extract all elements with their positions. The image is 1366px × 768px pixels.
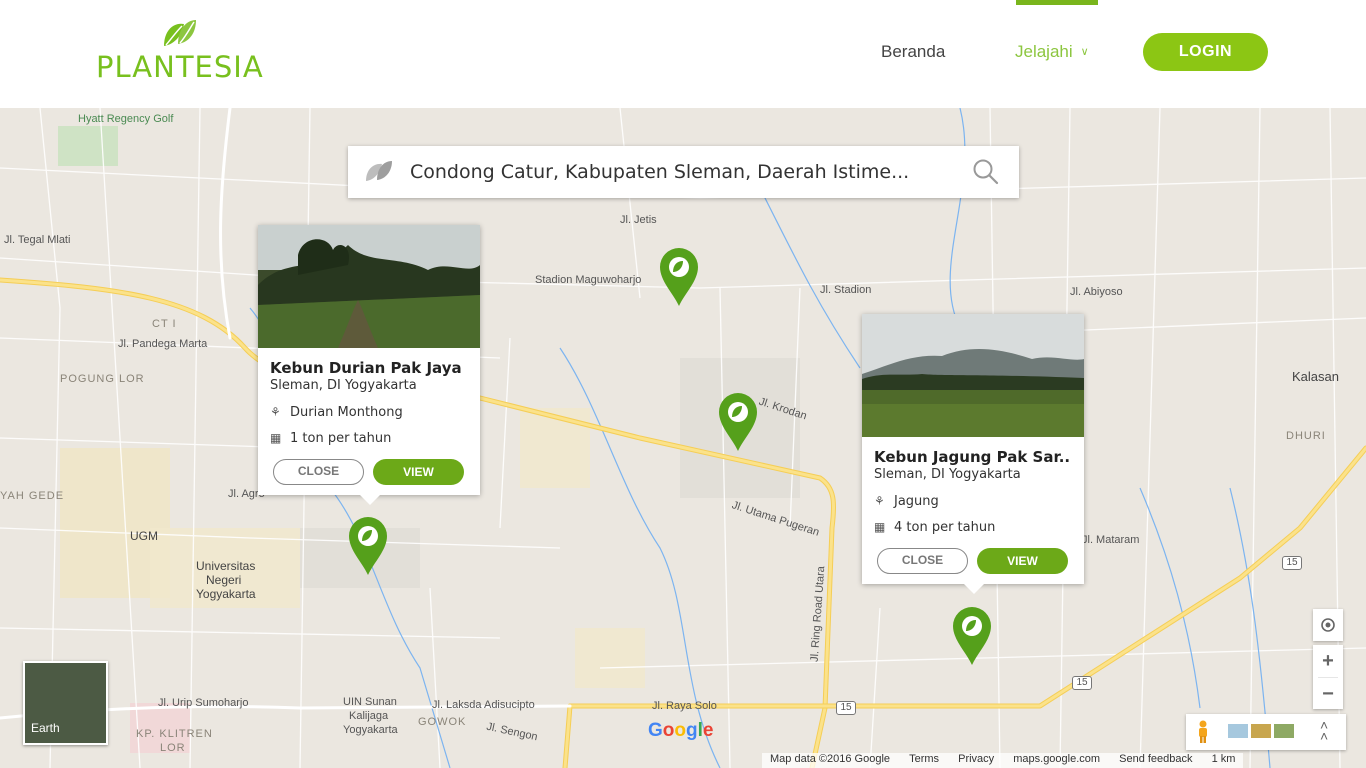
location-search-bar xyxy=(348,146,1019,198)
close-button[interactable]: CLOSE xyxy=(877,548,968,574)
sprout-icon: ⚘ xyxy=(874,494,885,508)
map-label-uny-1: Universitas xyxy=(196,559,256,573)
map-label-gowok: GOWOK xyxy=(418,716,467,728)
nav-active-indicator xyxy=(1016,0,1098,5)
farm-yield-text: 4 ton per tahun xyxy=(894,520,996,535)
view-button[interactable]: VIEW xyxy=(977,548,1068,574)
view-button[interactable]: VIEW xyxy=(373,459,464,485)
farm-card: Kebun Durian Pak Jaya Sleman, DI Yogyaka… xyxy=(258,225,480,505)
map-label-klitren-1: KP. KLITREN xyxy=(136,728,213,740)
privacy-link[interactable]: Privacy xyxy=(958,753,994,765)
farm-map-pin[interactable] xyxy=(718,392,758,452)
map-label-uin-1: UIN Sunan xyxy=(343,696,397,708)
map-label-klitren-2: LOR xyxy=(160,742,186,754)
farm-photo xyxy=(258,225,480,348)
farm-map-pin[interactable] xyxy=(952,606,992,666)
map-label-pogung: POGUNG LOR xyxy=(60,373,145,385)
nav-explore[interactable]: Jelajahi ∨ xyxy=(1015,42,1089,62)
map-label-uin-2: Kalijaga xyxy=(349,710,389,722)
map-label-kalasan: Kalasan xyxy=(1292,369,1339,384)
farm-plant: ⚘ Durian Monthong xyxy=(270,405,403,420)
sack-icon: ▦ xyxy=(874,520,886,534)
login-button[interactable]: LOGIN xyxy=(1143,33,1268,71)
map-label-jl-stadion: Jl. Stadion xyxy=(820,284,872,296)
farm-yield-text: 1 ton per tahun xyxy=(290,431,392,446)
farm-card: Kebun Jagung Pak Sar.. Sleman, DI Yogyak… xyxy=(862,314,1084,594)
sprout-icon: ⚘ xyxy=(270,405,281,419)
route-15-shield: 15 xyxy=(836,701,856,715)
map-label-pandega: Jl. Pandega Marta xyxy=(118,338,208,350)
farm-location: Sleman, DI Yogyakarta xyxy=(270,378,417,393)
map-label-jetis: Jl. Jetis xyxy=(620,214,657,226)
farm-title: Kebun Jagung Pak Sar.. xyxy=(874,448,1071,466)
farm-plant: ⚘ Jagung xyxy=(874,494,939,509)
close-button[interactable]: CLOSE xyxy=(273,459,364,485)
maps-link[interactable]: maps.google.com xyxy=(1013,753,1100,765)
search-icon[interactable] xyxy=(972,158,1000,186)
farm-plant-text: Jagung xyxy=(894,494,939,509)
card-pointer xyxy=(360,495,380,505)
brand-logo[interactable]: PLANTESIA xyxy=(96,18,266,84)
map-label-laksda: Jl. Laksda Adisucipto xyxy=(432,699,535,711)
map-data-credit: Map data ©2016 Google xyxy=(770,753,891,765)
map-label-ugm: UGM xyxy=(130,529,158,543)
farm-map-pin[interactable] xyxy=(659,247,699,307)
layer-thumb-map[interactable] xyxy=(1274,724,1294,738)
route-15-shield: 15 xyxy=(1282,556,1302,570)
card-pointer xyxy=(964,584,984,594)
map-label-hyatt: Hyatt Regency Golf xyxy=(78,113,174,125)
leaf-icon xyxy=(366,161,392,181)
my-location-button[interactable] xyxy=(1313,609,1343,641)
map-label-raya-solo: Jl. Raya Solo xyxy=(652,700,717,712)
map-label-mataram: Jl. Mataram xyxy=(1082,534,1140,546)
map-attribution: Map data ©2016 Google Terms Privacy maps… xyxy=(762,753,1244,768)
expand-up-icon[interactable]: ˄ ˄ xyxy=(1320,718,1328,743)
zoom-out-button[interactable]: − xyxy=(1313,678,1343,710)
map-label-uny-3: Yogyakarta xyxy=(196,587,256,601)
farm-yield: ▦ 1 ton per tahun xyxy=(270,431,391,446)
map-label-stadion: Stadion Maguwoharjo xyxy=(535,274,642,286)
layer-thumb-terrain[interactable] xyxy=(1228,724,1248,738)
farm-location: Sleman, DI Yogyakarta xyxy=(874,467,1021,482)
farm-plant-text: Durian Monthong xyxy=(290,405,403,420)
leaf-logo-icon xyxy=(164,20,196,46)
pegman-icon[interactable] xyxy=(1196,720,1210,744)
terms-link[interactable]: Terms xyxy=(909,753,939,765)
map-type-bar: ˄ ˄ xyxy=(1186,714,1346,750)
earth-label: Earth xyxy=(31,721,60,735)
map-label-urip: Jl. Urip Sumoharjo xyxy=(158,697,249,709)
map-label-tegal-mlati: Jl. Tegal Mlati xyxy=(4,234,71,246)
sack-icon: ▦ xyxy=(270,431,282,445)
map-label-dhuri: DHURI xyxy=(1286,430,1326,442)
map-label-uny-2: Negeri xyxy=(206,573,242,587)
chevron-down-icon: ∨ xyxy=(1080,46,1089,58)
location-target-icon xyxy=(1321,618,1335,632)
route-15-shield: 15 xyxy=(1072,676,1092,690)
map-label-uin-3: Yogyakarta xyxy=(343,724,398,736)
map-base-layer xyxy=(0,108,1366,768)
farm-photo xyxy=(862,314,1084,437)
nav-home[interactable]: Beranda xyxy=(881,42,945,62)
brand-name: PLANTESIA xyxy=(96,50,264,84)
scale-label: 1 km xyxy=(1211,753,1236,765)
map-view[interactable]: Hyatt Regency Golf Stadion Maguwoharjo J… xyxy=(0,108,1366,768)
layer-thumb-satellite[interactable] xyxy=(1251,724,1271,738)
map-label-ct1: CT I xyxy=(152,318,177,330)
zoom-controls: + − xyxy=(1313,645,1343,709)
farm-map-pin[interactable] xyxy=(348,516,388,576)
map-label-yah-gede: YAH GEDE xyxy=(0,490,65,502)
nav-explore-label: Jelajahi xyxy=(1015,42,1073,61)
google-logo: Google xyxy=(648,720,714,741)
send-feedback-link[interactable]: Send feedback xyxy=(1119,753,1192,765)
map-label-abiyoso: Jl. Abiyoso xyxy=(1070,286,1123,298)
zoom-in-button[interactable]: + xyxy=(1313,645,1343,677)
farm-yield: ▦ 4 ton per tahun xyxy=(874,520,995,535)
site-header: PLANTESIA Beranda Jelajahi ∨ LOGIN xyxy=(0,0,1366,108)
earth-view-toggle[interactable]: Earth xyxy=(23,661,108,745)
location-search-input[interactable] xyxy=(410,156,950,188)
farm-title: Kebun Durian Pak Jaya xyxy=(270,359,462,377)
